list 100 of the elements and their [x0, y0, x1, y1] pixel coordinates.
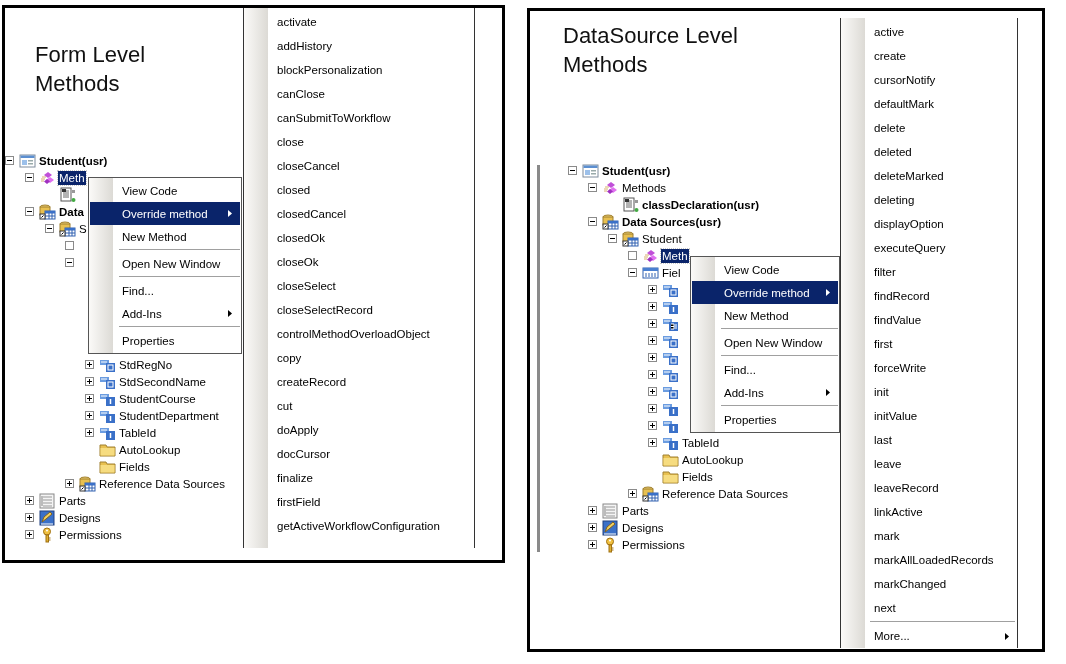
- tree-item[interactable]: Fiel: [661, 265, 682, 280]
- method-item[interactable]: create: [841, 44, 1017, 68]
- menu-item[interactable]: Override method: [692, 281, 838, 304]
- menu-item[interactable]: More...: [841, 624, 1017, 648]
- tree-item[interactable]: Reference Data Sources: [661, 486, 789, 501]
- tree-item[interactable]: StdRegNo: [118, 357, 174, 372]
- expand-icon[interactable]: [588, 506, 597, 515]
- method-item[interactable]: deleteMarked: [841, 164, 1017, 188]
- expand-icon[interactable]: [85, 411, 94, 420]
- expand-icon[interactable]: [25, 513, 34, 522]
- expand-icon[interactable]: [588, 523, 597, 532]
- method-item[interactable]: doApply: [244, 418, 474, 442]
- method-item[interactable]: canSubmitToWorkflow: [244, 106, 474, 130]
- method-item[interactable]: closeSelectRecord: [244, 298, 474, 322]
- method-item[interactable]: cut: [244, 394, 474, 418]
- tree-item[interactable]: Student: [641, 231, 683, 246]
- tree-item[interactable]: Designs: [621, 520, 665, 535]
- tree-item[interactable]: StdSecondName: [118, 374, 207, 389]
- method-item[interactable]: blockPersonalization: [244, 58, 474, 82]
- tree-item[interactable]: StudentCourse: [118, 391, 197, 406]
- method-item[interactable]: linkActive: [841, 500, 1017, 524]
- expand-icon[interactable]: [648, 319, 657, 328]
- method-item[interactable]: cursorNotify: [841, 68, 1017, 92]
- collapse-icon[interactable]: [25, 173, 34, 182]
- method-item[interactable]: copy: [244, 346, 474, 370]
- method-item[interactable]: markChanged: [841, 572, 1017, 596]
- method-item[interactable]: addHistory: [244, 34, 474, 58]
- expand-icon[interactable]: [85, 360, 94, 369]
- method-item[interactable]: controlMethodOverloadObject: [244, 322, 474, 346]
- tree-item[interactable]: Student(usr): [38, 153, 109, 168]
- method-item[interactable]: markAllLoadedRecords: [841, 548, 1017, 572]
- expand-icon[interactable]: [628, 489, 637, 498]
- method-item[interactable]: first: [841, 332, 1017, 356]
- method-item[interactable]: leaveRecord: [841, 476, 1017, 500]
- expand-icon[interactable]: [648, 285, 657, 294]
- collapse-icon[interactable]: [65, 258, 74, 267]
- method-item[interactable]: filter: [841, 260, 1017, 284]
- expand-icon[interactable]: [85, 377, 94, 386]
- method-item[interactable]: closed: [244, 178, 474, 202]
- collapse-icon[interactable]: [568, 166, 577, 175]
- method-item[interactable]: closeCancel: [244, 154, 474, 178]
- tree-item[interactable]: S: [78, 221, 88, 236]
- expand-icon[interactable]: [648, 336, 657, 345]
- tree-item[interactable]: Permissions: [58, 527, 123, 542]
- tree-item[interactable]: Fields: [681, 469, 714, 484]
- menu-item[interactable]: View Code: [90, 179, 240, 202]
- menu-item[interactable]: New Method: [692, 304, 838, 327]
- expand-icon[interactable]: [648, 421, 657, 430]
- tree-item[interactable]: Meth: [661, 248, 689, 263]
- method-item[interactable]: firstField: [244, 490, 474, 514]
- menu-item[interactable]: Add-Ins: [90, 302, 240, 325]
- method-item[interactable]: deleted: [841, 140, 1017, 164]
- tree-item[interactable]: Fields: [118, 459, 151, 474]
- tree-item[interactable]: Methods: [621, 180, 668, 195]
- tree-item[interactable]: Data: [58, 204, 85, 219]
- expand-icon[interactable]: [85, 394, 94, 403]
- collapse-icon[interactable]: [608, 234, 617, 243]
- tree-item[interactable]: Designs: [58, 510, 102, 525]
- method-item[interactable]: displayOption: [841, 212, 1017, 236]
- method-item[interactable]: leave: [841, 452, 1017, 476]
- method-item[interactable]: executeQuery: [841, 236, 1017, 260]
- method-item[interactable]: forceWrite: [841, 356, 1017, 380]
- expand-icon[interactable]: [648, 404, 657, 413]
- method-item[interactable]: initValue: [841, 404, 1017, 428]
- tree-item[interactable]: AutoLookup: [118, 442, 182, 457]
- expand-icon[interactable]: [65, 479, 74, 488]
- tree-item[interactable]: Meth: [58, 170, 86, 185]
- method-item[interactable]: delete: [841, 116, 1017, 140]
- tree-item[interactable]: TableId: [681, 435, 721, 450]
- expand-icon[interactable]: [648, 302, 657, 311]
- method-item[interactable]: next: [841, 596, 1017, 620]
- tree-item[interactable]: Student(usr): [601, 163, 672, 178]
- collapse-icon[interactable]: [25, 207, 34, 216]
- method-item[interactable]: close: [244, 130, 474, 154]
- method-item[interactable]: closedOk: [244, 226, 474, 250]
- method-item[interactable]: activate: [244, 10, 474, 34]
- method-item[interactable]: mark: [841, 524, 1017, 548]
- tree-item[interactable]: classDeclaration(usr): [641, 197, 760, 212]
- expander-box-icon[interactable]: [65, 241, 74, 250]
- collapse-icon[interactable]: [588, 217, 597, 226]
- expand-icon[interactable]: [85, 428, 94, 437]
- tree-item[interactable]: Permissions: [621, 537, 686, 552]
- method-item[interactable]: active: [841, 20, 1017, 44]
- method-item[interactable]: getActiveWorkflowConfiguration: [244, 514, 474, 538]
- method-item[interactable]: closeSelect: [244, 274, 474, 298]
- expand-icon[interactable]: [648, 438, 657, 447]
- method-item[interactable]: createRecord: [244, 370, 474, 394]
- expand-icon[interactable]: [25, 496, 34, 505]
- expand-icon[interactable]: [648, 387, 657, 396]
- expander-box-icon[interactable]: [628, 251, 637, 260]
- tree-item[interactable]: Data Sources(usr): [621, 214, 723, 229]
- collapse-icon[interactable]: [45, 224, 54, 233]
- method-item[interactable]: docCursor: [244, 442, 474, 466]
- expand-icon[interactable]: [588, 540, 597, 549]
- collapse-icon[interactable]: [5, 156, 14, 165]
- expand-icon[interactable]: [648, 370, 657, 379]
- method-item[interactable]: findRecord: [841, 284, 1017, 308]
- method-item[interactable]: last: [841, 428, 1017, 452]
- collapse-icon[interactable]: [628, 268, 637, 277]
- expand-icon[interactable]: [25, 530, 34, 539]
